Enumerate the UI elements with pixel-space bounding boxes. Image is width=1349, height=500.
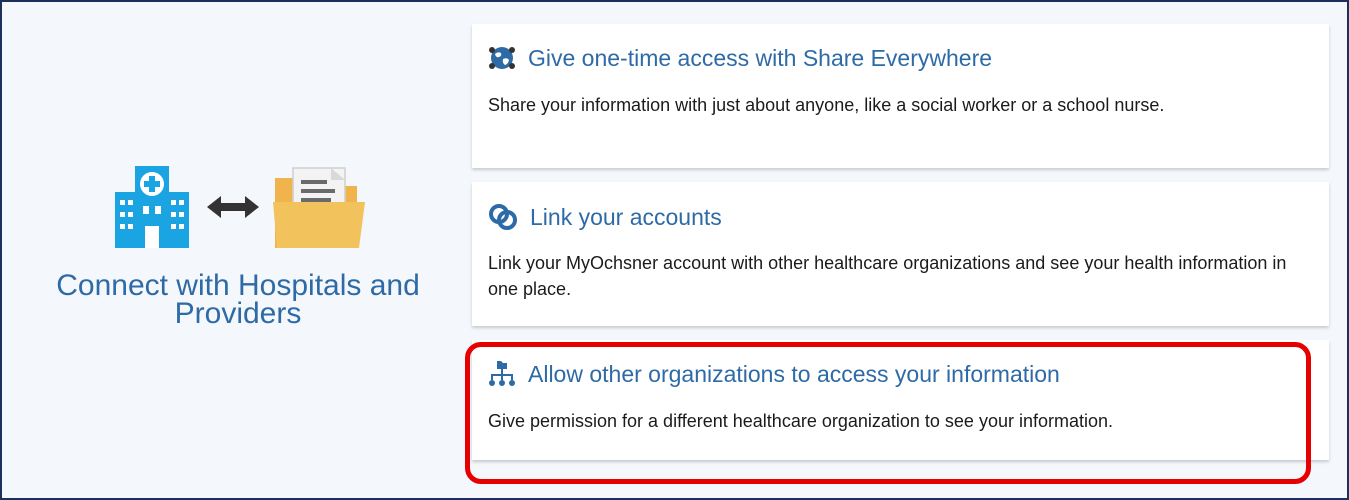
organization-hierarchy-icon bbox=[488, 360, 516, 388]
card-description: Share your information with just about a… bbox=[488, 95, 1165, 115]
link-accounts-card[interactable]: Link your accounts Link your MyOchsner a… bbox=[472, 182, 1329, 326]
link-accounts-icon bbox=[488, 202, 518, 232]
hero-section: Connect with Hospitals and Providers bbox=[16, 162, 460, 330]
card-title: Link your accounts bbox=[530, 203, 722, 230]
hospital-icon bbox=[107, 162, 197, 252]
folder-document-icon bbox=[269, 162, 369, 252]
bidirectional-arrow-icon bbox=[207, 192, 259, 222]
card-title: Allow other organizations to access your… bbox=[528, 360, 1060, 387]
share-everywhere-link[interactable]: Give one-time access with Share Everywhe… bbox=[488, 44, 992, 72]
card-title: Give one-time access with Share Everywhe… bbox=[528, 44, 993, 71]
link-accounts-link[interactable]: Link your accounts bbox=[488, 202, 722, 232]
card-description: Give permission for a different healthca… bbox=[488, 411, 1113, 431]
globe-share-icon bbox=[488, 44, 516, 72]
share-everywhere-card[interactable]: Give one-time access with Share Everywhe… bbox=[472, 24, 1329, 168]
allow-organizations-card[interactable]: Allow other organizations to access your… bbox=[472, 340, 1329, 460]
card-description: Link your MyOchsner account with other h… bbox=[488, 253, 1287, 299]
connect-panel: Connect with Hospitals and Providers Giv… bbox=[0, 0, 1349, 500]
hero-icons bbox=[16, 162, 460, 252]
hero-title: Connect with Hospitals and Providers bbox=[56, 269, 420, 330]
allow-organizations-link[interactable]: Allow other organizations to access your… bbox=[488, 360, 1060, 388]
